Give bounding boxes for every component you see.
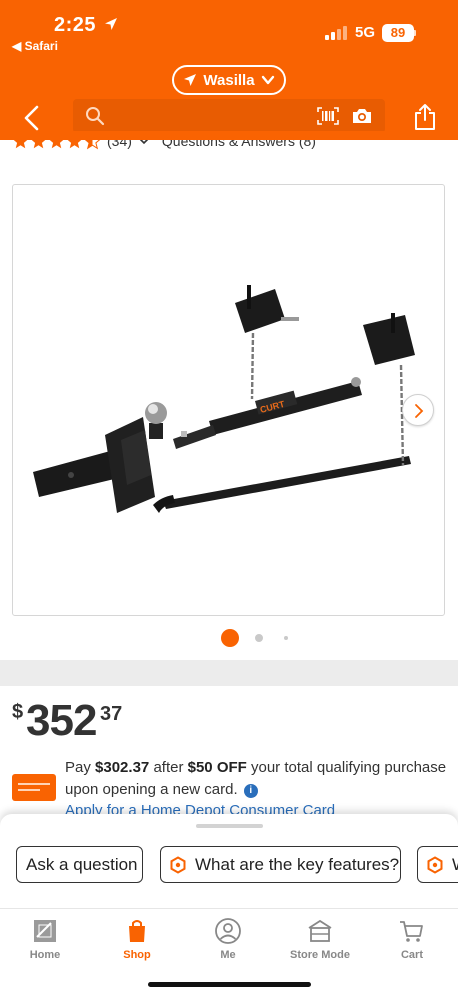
chip-label: W — [452, 855, 458, 875]
home-indicator — [148, 982, 311, 987]
tab-label: Store Mode — [290, 949, 350, 961]
barcode-scan-icon[interactable] — [317, 107, 339, 125]
chip-label: What are the key features? — [195, 854, 400, 874]
tab-label: Shop — [123, 949, 151, 961]
tab-shop[interactable]: Shop — [102, 917, 172, 961]
promo-pay-label: Pay — [65, 759, 91, 776]
tab-label: Home — [29, 949, 61, 961]
tab-label: Cart — [400, 949, 423, 961]
chevron-down-icon — [261, 75, 274, 85]
card-line — [18, 783, 50, 785]
store-icon — [308, 919, 332, 942]
gallery-pagination — [0, 628, 458, 648]
cellular-signal-icon — [325, 26, 347, 40]
card-promo-text: Pay $302.37 after $50 OFF your total qua… — [65, 757, 450, 801]
battery-tip — [414, 30, 416, 36]
section-divider — [0, 660, 458, 686]
promo-pay-amount: $302.37 — [95, 759, 150, 776]
back-to-safari[interactable]: ◀ Safari — [12, 39, 58, 53]
suggestion-chip[interactable]: W — [417, 846, 458, 883]
user-circle-icon — [215, 918, 241, 944]
tab-label: Me — [220, 949, 236, 961]
chip-label: Ask a question — [26, 854, 138, 874]
cart-icon — [400, 921, 423, 942]
price-dollars: 352 — [26, 696, 97, 745]
share-icon[interactable] — [413, 103, 437, 131]
back-chevron-icon[interactable] — [18, 104, 46, 132]
network-type: 5G — [355, 24, 376, 41]
search-input[interactable] — [73, 99, 385, 133]
product-image-gallery[interactable]: CURT — [12, 184, 445, 616]
tab-store-mode[interactable]: Store Mode — [285, 917, 355, 961]
store-selector[interactable]: Wasilla — [172, 65, 286, 95]
sheet-grabber[interactable] — [196, 824, 263, 828]
page-dot[interactable] — [284, 636, 288, 640]
home-depot-logo-icon — [34, 920, 56, 942]
header-edge — [0, 131, 458, 140]
shopping-bag-icon — [129, 920, 145, 942]
location-arrow-icon — [105, 18, 117, 30]
app-header: 2:25 ◀ Safari 5G 89 Wasilla — [0, 0, 458, 140]
navigation-arrow-icon — [184, 74, 197, 86]
ask-question-chip[interactable]: Ask a question — [16, 846, 143, 883]
search-icon — [86, 107, 105, 126]
currency-symbol: $ — [12, 701, 24, 723]
status-time: 2:25 — [54, 14, 97, 36]
page-dot-active[interactable] — [221, 629, 239, 647]
page-dot[interactable] — [255, 634, 263, 642]
product-page: 2:25 ◀ Safari 5G 89 Wasilla (34) Questio… — [0, 0, 458, 996]
credit-card-image — [12, 774, 56, 801]
camera-icon[interactable] — [351, 107, 373, 125]
chevron-right-icon — [415, 404, 424, 418]
sparkle-hexagon-icon — [170, 855, 186, 874]
store-name: Wasilla — [203, 71, 255, 89]
card-line — [18, 789, 40, 791]
info-icon[interactable]: i — [243, 784, 258, 798]
tab-cart[interactable]: Cart — [377, 917, 447, 961]
tab-me[interactable]: Me — [193, 917, 263, 961]
price-cents: 37 — [100, 703, 123, 725]
battery-indicator: 89 — [382, 24, 414, 42]
product-image: CURT — [33, 285, 415, 513]
promo-discount: $50 OFF — [187, 759, 247, 776]
promo-after-label: after — [153, 759, 184, 776]
next-image-button[interactable] — [402, 394, 434, 426]
sparkle-hexagon-icon — [427, 855, 443, 874]
key-features-chip[interactable]: What are the key features? — [160, 846, 401, 883]
tab-home[interactable]: Home — [10, 917, 80, 961]
